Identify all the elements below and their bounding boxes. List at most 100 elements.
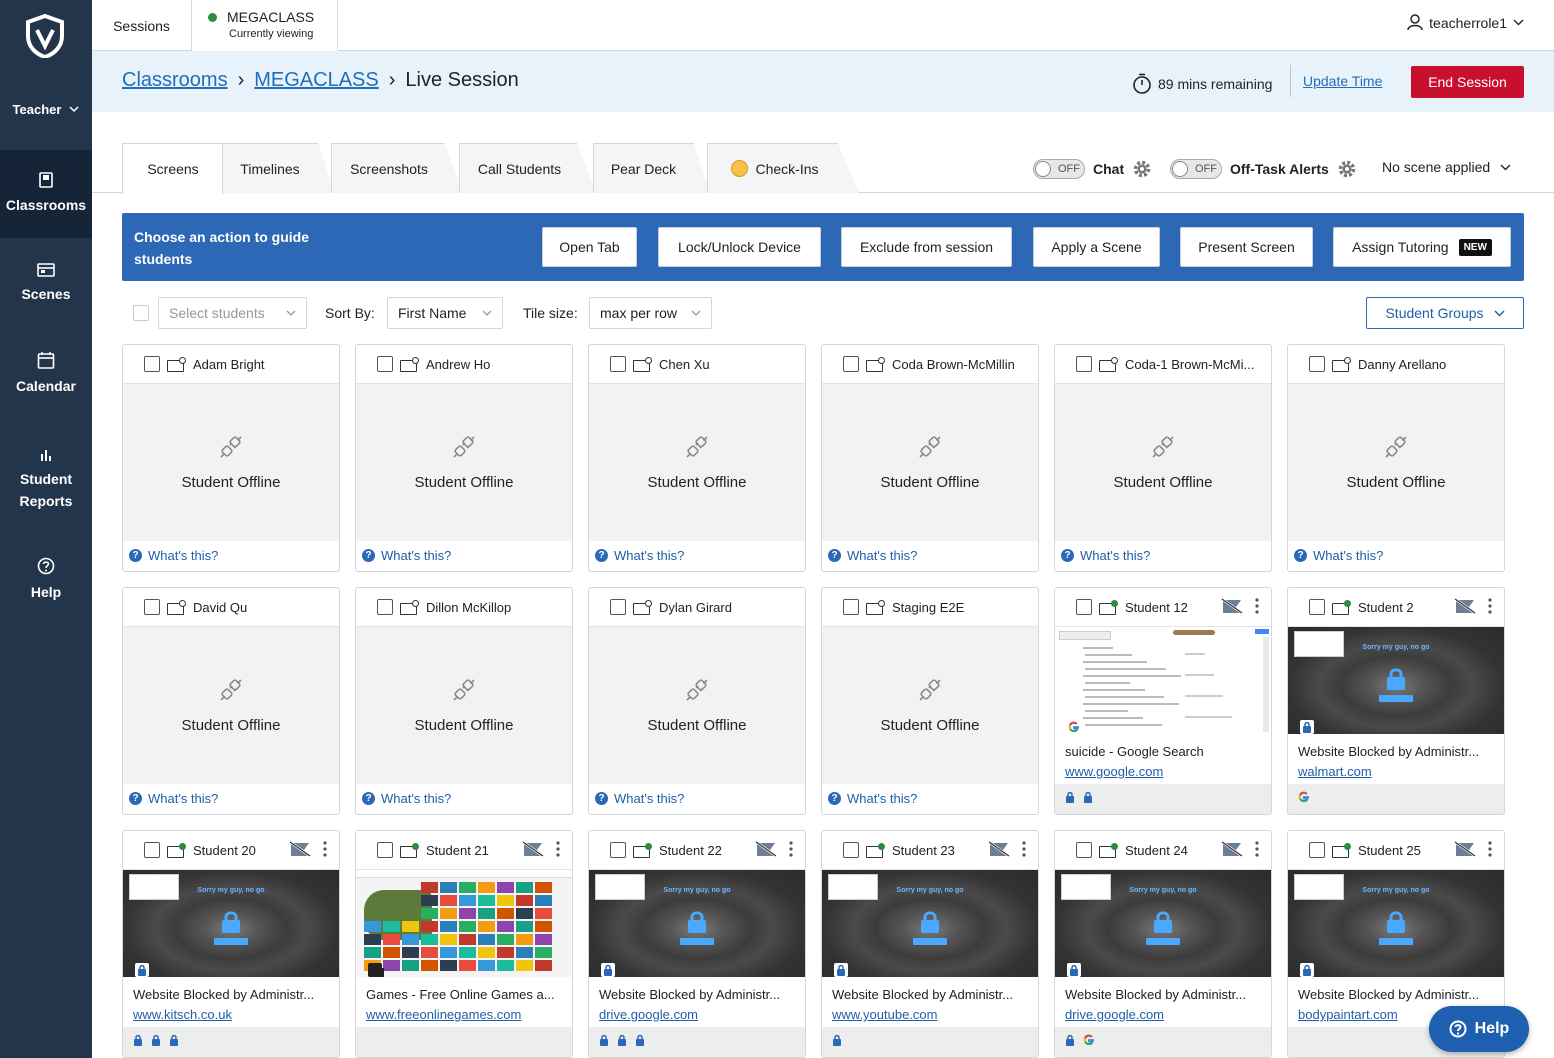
screen-thumbnail[interactable]: Sorry my guy, no go — [1055, 870, 1271, 977]
kebab-menu-icon[interactable] — [1488, 598, 1492, 614]
tab-timelines[interactable]: Timelines — [222, 143, 334, 193]
sidebar-item-classrooms[interactable]: Classrooms — [0, 150, 92, 238]
flag-off-icon[interactable] — [1221, 598, 1243, 614]
select-students-dropdown[interactable]: Select students — [158, 297, 307, 329]
sidebar-item-help[interactable]: Help — [0, 540, 92, 620]
screen-thumbnail[interactable]: Sorry my guy, no go — [1288, 627, 1504, 734]
whats-this-link[interactable]: ? What's this? — [822, 782, 1038, 814]
end-session-button[interactable]: End Session — [1411, 66, 1524, 98]
student-checkbox[interactable] — [1309, 356, 1325, 372]
page-url-link[interactable]: www.google.com — [1065, 764, 1263, 779]
screen-thumbnail[interactable] — [356, 870, 572, 977]
locked-tab[interactable] — [1065, 1033, 1075, 1051]
whats-this-link[interactable]: ? What's this? — [123, 539, 339, 571]
tab-pear-deck[interactable]: Pear Deck — [593, 143, 710, 193]
locked-tab[interactable] — [617, 1033, 627, 1051]
locked-tab[interactable] — [599, 1033, 609, 1051]
student-checkbox[interactable] — [1309, 842, 1325, 858]
whats-this-link[interactable]: ? What's this? — [356, 782, 572, 814]
kebab-menu-icon[interactable] — [1022, 841, 1026, 857]
update-time-link[interactable]: Update Time — [1290, 65, 1382, 97]
locked-tab[interactable] — [1065, 790, 1075, 808]
flag-off-icon[interactable] — [1454, 841, 1476, 857]
screen-thumbnail[interactable]: Sorry my guy, no go — [589, 870, 805, 977]
help-widget-button[interactable]: Help — [1429, 1006, 1529, 1052]
student-tile[interactable]: Staging E2E Student Offline? What's this? — [821, 587, 1039, 815]
page-url-link[interactable]: www.youtube.com — [832, 1007, 1030, 1022]
student-tile[interactable]: Coda Brown-McMillin Student Offline? What'… — [821, 344, 1039, 572]
whats-this-link[interactable]: ? What's this? — [822, 539, 1038, 571]
google-tab[interactable] — [1298, 790, 1310, 808]
flag-off-icon[interactable] — [988, 841, 1010, 857]
student-tile[interactable]: Student 22 Sorry my guy, no go Website Blo… — [588, 830, 806, 1058]
page-url-link[interactable]: www.kitsch.co.uk — [133, 1007, 331, 1022]
student-tile[interactable]: Dillon McKillop Student Offline? What's th… — [355, 587, 573, 815]
student-tile[interactable]: Student 2 Sorry my guy, no go Website Bloc… — [1287, 587, 1505, 815]
student-checkbox[interactable] — [1076, 356, 1092, 372]
kebab-menu-icon[interactable] — [1255, 841, 1259, 857]
whats-this-link[interactable]: ? What's this? — [589, 539, 805, 571]
student-checkbox[interactable] — [377, 599, 393, 615]
tile-size-dropdown[interactable]: max per row — [589, 297, 712, 329]
apply-scene-button[interactable]: Apply a Scene — [1033, 227, 1160, 267]
whats-this-link[interactable]: ? What's this? — [123, 782, 339, 814]
student-tile[interactable]: Student 12 suicide - Google Search www.goo… — [1054, 587, 1272, 815]
locked-tab[interactable] — [169, 1033, 179, 1051]
student-tile[interactable]: Student 23 Sorry my guy, no go Website Blo… — [821, 830, 1039, 1058]
flag-off-icon[interactable] — [289, 841, 311, 857]
student-checkbox[interactable] — [144, 356, 160, 372]
student-tile[interactable]: Danny Arellano Student Offline? What's thi… — [1287, 344, 1505, 572]
page-url-link[interactable]: walmart.com — [1298, 764, 1496, 779]
student-checkbox[interactable] — [610, 842, 626, 858]
student-checkbox[interactable] — [843, 599, 859, 615]
student-tile[interactable]: Adam Bright Student Offline? What's this? — [122, 344, 340, 572]
student-groups-dropdown[interactable]: Student Groups — [1366, 297, 1524, 329]
locked-tab[interactable] — [133, 1033, 143, 1051]
student-tile[interactable]: Chen Xu Student Offline? What's this? — [588, 344, 806, 572]
tab-screens[interactable]: Screens — [122, 143, 224, 194]
student-checkbox[interactable] — [1076, 599, 1092, 615]
breadcrumb-class-link[interactable]: MEGACLASS — [254, 69, 378, 92]
gear-icon[interactable] — [1337, 159, 1357, 179]
student-checkbox[interactable] — [610, 356, 626, 372]
page-url-link[interactable]: drive.google.com — [599, 1007, 797, 1022]
user-menu[interactable]: teacherrole1 — [1407, 14, 1524, 31]
tab-screenshots[interactable]: Screenshots — [331, 143, 463, 193]
off-task-alerts-toggle[interactable]: OFF — [1170, 159, 1222, 179]
student-checkbox[interactable] — [377, 356, 393, 372]
tab-call-students[interactable]: Call Students — [459, 143, 596, 193]
flag-off-icon[interactable] — [1221, 841, 1243, 857]
student-tile[interactable]: Student 21 Games - Free Online Games a...… — [355, 830, 573, 1058]
tab-check-ins[interactable]: Check-Ins — [707, 143, 859, 193]
screen-thumbnail[interactable]: Sorry my guy, no go — [822, 870, 1038, 977]
student-checkbox[interactable] — [843, 356, 859, 372]
role-selector[interactable]: Teacher — [0, 92, 92, 126]
scene-dropdown[interactable]: No scene applied — [1382, 159, 1511, 175]
sort-dropdown[interactable]: First Name — [387, 297, 503, 329]
kebab-menu-icon[interactable] — [323, 841, 327, 857]
lock-unlock-device-button[interactable]: Lock/Unlock Device — [658, 227, 821, 267]
student-checkbox[interactable] — [144, 599, 160, 615]
student-tile[interactable]: David Qu Student Offline? What's this? — [122, 587, 340, 815]
student-checkbox[interactable] — [610, 599, 626, 615]
student-checkbox[interactable] — [1076, 842, 1092, 858]
kebab-menu-icon[interactable] — [556, 841, 560, 857]
student-checkbox[interactable] — [843, 842, 859, 858]
google-tab[interactable] — [1083, 1033, 1095, 1051]
whats-this-link[interactable]: ? What's this? — [356, 539, 572, 571]
student-tile[interactable]: Coda-1 Brown-McMi... Student Offline? What… — [1054, 344, 1272, 572]
screen-thumbnail[interactable]: Sorry my guy, no go — [1288, 870, 1504, 977]
sidebar-item-calendar[interactable]: Calendar — [0, 330, 92, 418]
flag-off-icon[interactable] — [755, 841, 777, 857]
locked-tab[interactable] — [151, 1033, 161, 1051]
student-checkbox[interactable] — [1309, 599, 1325, 615]
screen-thumbnail[interactable] — [1055, 627, 1271, 734]
whats-this-link[interactable]: ? What's this? — [1055, 539, 1271, 571]
page-url-link[interactable]: www.freeonlinegames.com — [366, 1007, 564, 1022]
student-checkbox[interactable] — [144, 842, 160, 858]
open-tab-button[interactable]: Open Tab — [542, 227, 637, 267]
locked-tab[interactable] — [832, 1033, 842, 1051]
whats-this-link[interactable]: ? What's this? — [1288, 539, 1504, 571]
page-url-link[interactable]: drive.google.com — [1065, 1007, 1263, 1022]
kebab-menu-icon[interactable] — [789, 841, 793, 857]
